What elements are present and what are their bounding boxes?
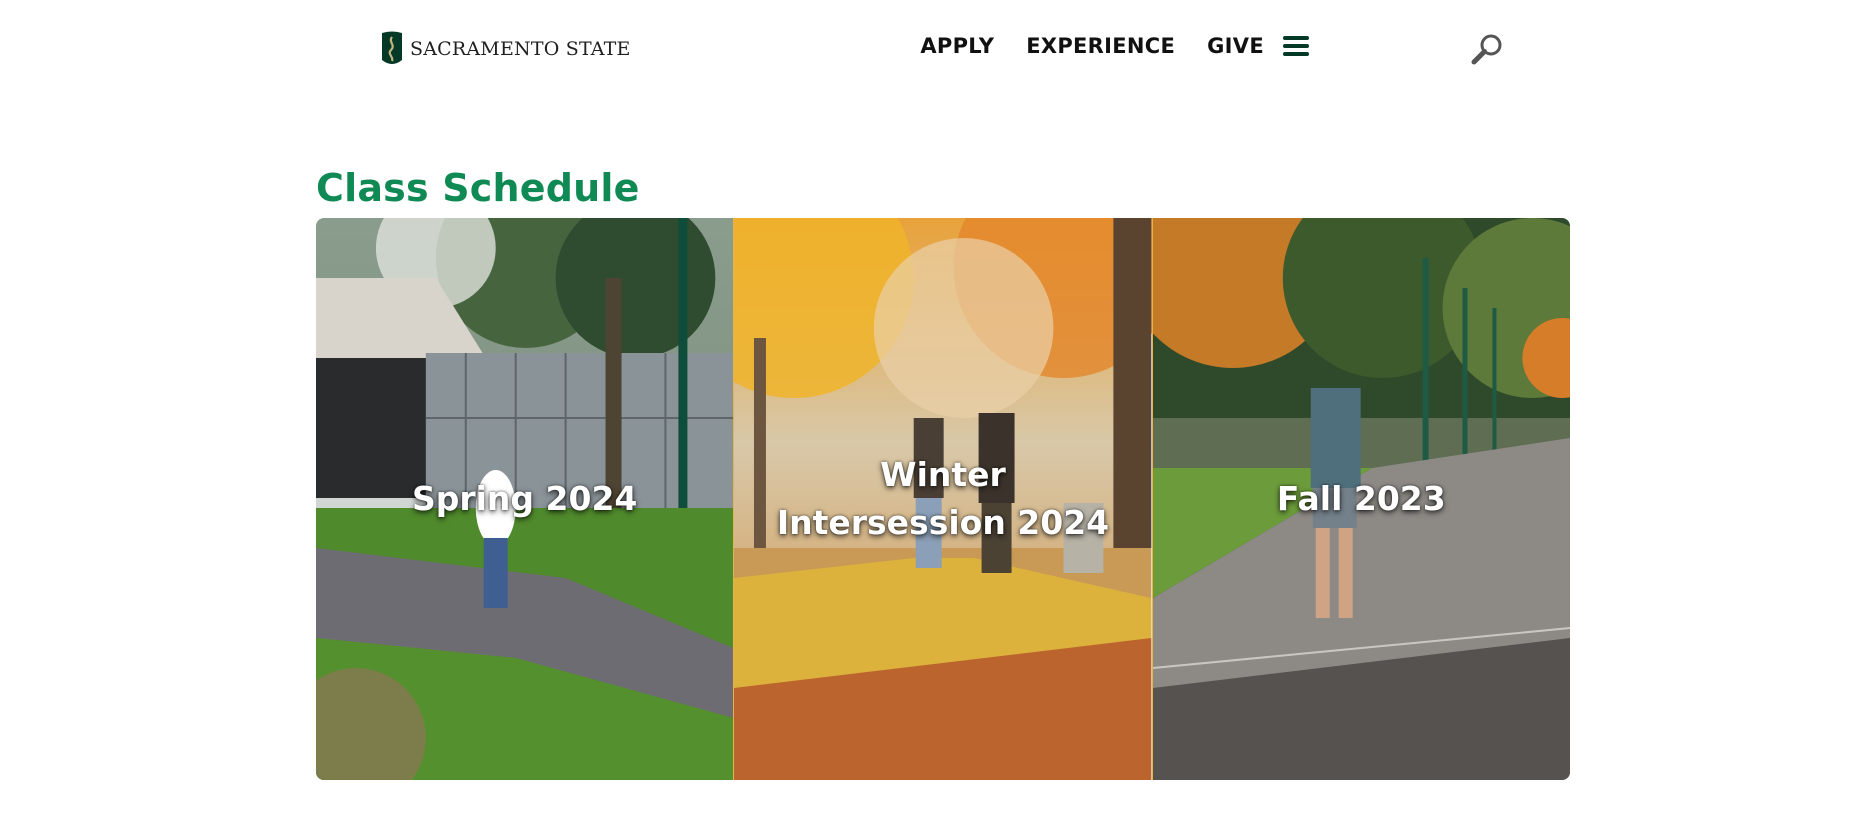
- main-nav: APPLY EXPERIENCE GIVE: [920, 34, 1310, 58]
- card-label-spring-2024: Spring 2024: [411, 479, 638, 518]
- nav-apply[interactable]: APPLY: [920, 34, 994, 58]
- hornet-shield-icon: [382, 31, 402, 64]
- card-label-fall-2023: Fall 2023: [1276, 479, 1446, 518]
- card-fall-2023[interactable]: Fall 2023: [1152, 218, 1570, 780]
- logo-text: SACRAMENTO STATE: [410, 38, 631, 60]
- page-title: Class Schedule: [316, 166, 640, 210]
- card-label-winter-intersession-2024: Winter Intersession 2024: [776, 455, 1110, 542]
- sacramento-state-logo[interactable]: SACRAMENTO STATE: [380, 30, 631, 68]
- card-spring-2024[interactable]: Spring 2024: [316, 218, 735, 780]
- nav-give[interactable]: GIVE: [1207, 34, 1264, 58]
- nav-experience[interactable]: EXPERIENCE: [1026, 34, 1175, 58]
- search-icon[interactable]: [1470, 32, 1504, 66]
- class-schedule-cards: Spring 2024 Winter Intersession 2024 Fal…: [316, 218, 1570, 780]
- card-winter-intersession-2024[interactable]: Winter Intersession 2024: [734, 218, 1153, 780]
- hamburger-menu-icon[interactable]: [1282, 35, 1310, 57]
